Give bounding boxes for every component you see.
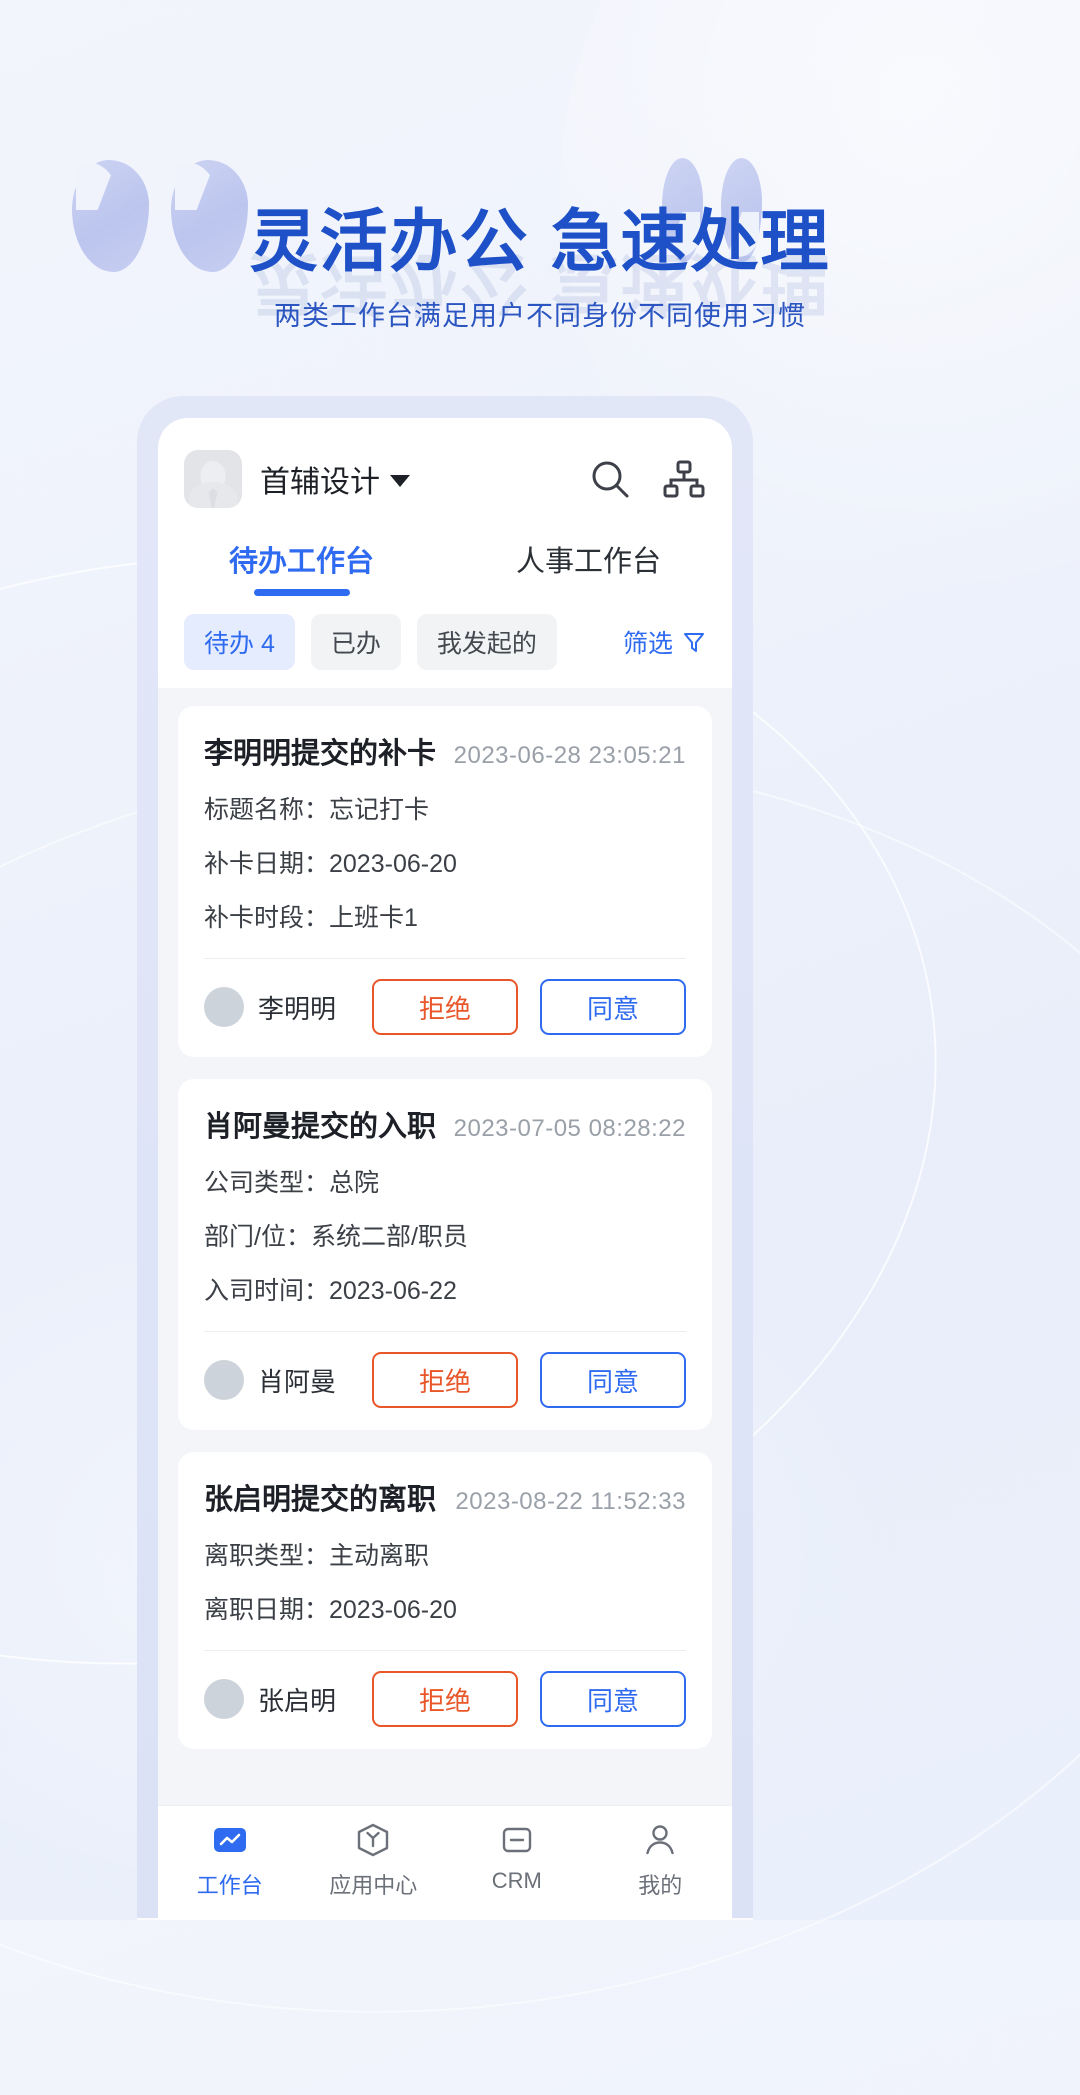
nav-label: 工作台 [196,1873,263,1898]
chip-initiated-by-me[interactable]: 我发起的 [416,614,557,670]
card-title: 张启明提交的离职 [204,1484,437,1516]
nav-label: 我的 [638,1873,683,1898]
approve-button[interactable]: 同意 [540,1671,686,1727]
nav-item-profile[interactable]: 我的 [589,1820,733,1900]
app-center-icon [358,1823,389,1857]
reject-button[interactable]: 拒绝 [372,979,518,1035]
workbench-tabs: 待办工作台 人事工作台 [158,518,732,596]
profile-icon [646,1825,674,1855]
card-title: 肖阿曼提交的入职 [204,1111,437,1143]
task-card[interactable]: 李明明提交的补卡 2023-06-28 23:05:21 标题名称：忘记打卡 补… [178,706,712,1057]
card-title: 李明明提交的补卡 [204,738,437,770]
card-actions: 肖阿曼 拒绝 同意 [204,1332,686,1430]
requester-name: 李明明 [258,993,337,1024]
requester-name: 肖阿曼 [258,1366,337,1397]
org-structure-icon[interactable] [662,457,706,501]
card-field: 离职日期：2023-06-20 [204,1596,457,1624]
avatar [204,987,244,1027]
hero-title: 灵活办公 急速处理 [249,204,831,280]
card-header: 李明明提交的补卡 2023-06-28 23:05:21 [204,730,686,772]
card-header: 肖阿曼提交的入职 2023-07-05 08:28:22 [204,1103,686,1145]
card-field: 离职类型：主动离职 [204,1542,430,1570]
chip-done[interactable]: 已办 [310,614,401,670]
card-timestamp: 2023-06-28 23:05:21 [453,742,686,769]
workbench-icon [213,1828,246,1852]
nav-label: CRM [491,1868,542,1893]
org-name-label: 首辅设计 [260,466,380,499]
chip-todo[interactable]: 待办 4 [184,614,295,670]
card-field: 公司类型：总院 [204,1169,380,1197]
card-timestamp: 2023-08-22 11:52:33 [455,1488,686,1515]
hero-banner: 灵活办公 急速处理 灵活办公 急速处理 两类工作台满足用户不同身份不同使用习惯 [0,0,1080,360]
avatar [204,1360,244,1400]
avatar[interactable] [184,450,242,508]
nav-item-workbench[interactable]: 工作台 [158,1820,302,1900]
chevron-down-icon [390,475,410,487]
org-switcher[interactable]: 首辅设计 [260,457,410,501]
tab-todo-workbench[interactable]: 待办工作台 [158,538,445,596]
filter-button[interactable]: 筛选 [623,624,706,660]
status-filter-chips: 待办 4 已办 我发起的 筛选 [158,596,732,688]
card-field: 部门/位：系统二部/职员 [204,1223,468,1251]
requester-name: 张启明 [258,1685,337,1716]
phone-screen: 首辅设计 待办工作台 人事工作台 待办 4 已办 我发起的 筛选 李明明提交的补… [158,418,732,1920]
approve-button[interactable]: 同意 [540,1352,686,1408]
task-card[interactable]: 张启明提交的离职 2023-08-22 11:52:33 离职类型：主动离职 离… [178,1452,712,1749]
reject-button[interactable]: 拒绝 [372,1671,518,1727]
filter-label: 筛选 [622,630,673,658]
search-icon[interactable] [588,457,632,501]
card-timestamp: 2023-07-05 08:28:22 [453,1115,686,1142]
nav-item-crm[interactable]: CRM [445,1820,589,1900]
card-actions: 李明明 拒绝 同意 [204,959,686,1057]
nav-item-app-center[interactable]: 应用中心 [302,1820,446,1900]
card-actions: 张启明 拒绝 同意 [204,1651,686,1749]
bottom-navigation: 工作台 应用中心 CRM 我的 [158,1805,732,1920]
nav-label: 应用中心 [329,1873,418,1898]
task-card[interactable]: 肖阿曼提交的入职 2023-07-05 08:28:22 公司类型：总院 部门/… [178,1079,712,1430]
phone-mockup-frame: 首辅设计 待办工作台 人事工作台 待办 4 已办 我发起的 筛选 李明明提交的补… [137,396,753,1920]
app-header: 首辅设计 [158,418,732,518]
task-list[interactable]: 李明明提交的补卡 2023-06-28 23:05:21 标题名称：忘记打卡 补… [158,688,732,1805]
filter-icon [684,633,704,652]
crm-icon [502,1827,531,1853]
tab-hr-workbench[interactable]: 人事工作台 [445,538,732,596]
card-header: 张启明提交的离职 2023-08-22 11:52:33 [204,1476,686,1518]
card-field: 入司时间：2023-06-22 [204,1277,457,1305]
hero-subtitle: 两类工作台满足用户不同身份不同使用习惯 [274,301,806,331]
card-field: 补卡时段：上班卡1 [204,904,418,932]
approve-button[interactable]: 同意 [540,979,686,1035]
avatar [204,1679,244,1719]
card-field: 标题名称：忘记打卡 [204,796,430,824]
reject-button[interactable]: 拒绝 [372,1352,518,1408]
card-field: 补卡日期：2023-06-20 [204,850,457,878]
